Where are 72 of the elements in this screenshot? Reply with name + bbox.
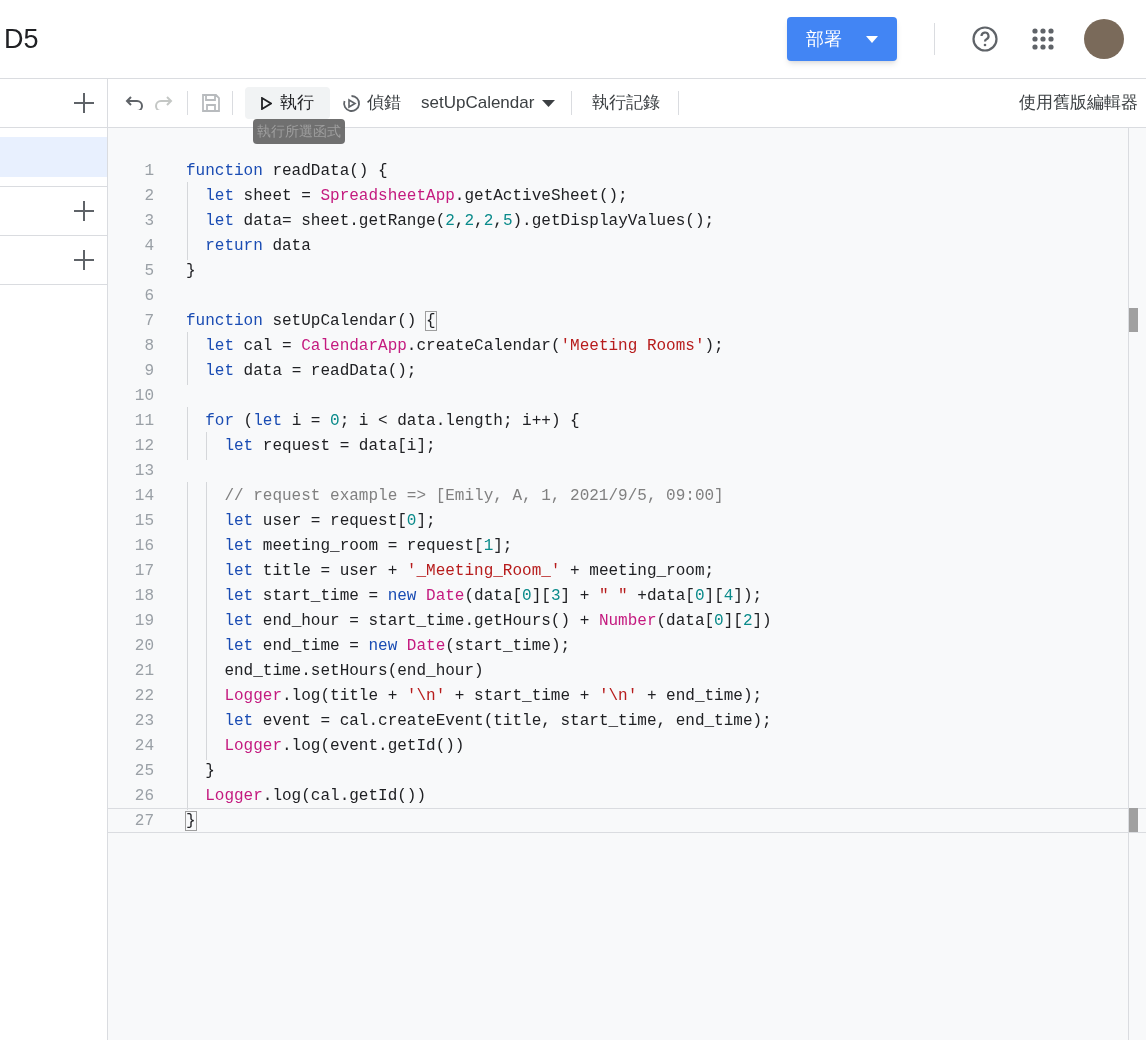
code-text: let cal = CalendarApp.createCalendar('Meeting Rooms'); [204,336,724,355]
code-text: let end_hour = start_time.getHours() + Number(data[0][2]) [223,611,772,630]
code-text: // request example => [Emily, A, 1, 2021/9/5, 09:00] [223,486,724,505]
code-text: for (let i = 0; i < data.length; i++) { [204,411,580,430]
scrollbar-thumb[interactable] [1129,308,1138,332]
run-button[interactable]: 執行 [245,87,330,119]
line-number: 23 [133,710,154,732]
line-number: 4 [143,235,154,257]
debug-button[interactable]: 偵錯 [330,87,413,119]
code-text: } [204,761,215,780]
code-text: } [186,811,196,830]
code-text: let title = user + '_Meeting_Room_' + meeting_room; [223,561,715,580]
code-text: function setUpCalendar() { [186,311,436,330]
sidebar-item[interactable] [0,137,107,177]
line-number: 13 [133,460,154,482]
code-text: let data = readData(); [204,361,417,380]
plus-icon[interactable] [73,200,95,222]
play-icon [261,96,272,110]
code-text: let event = cal.createEvent(title, start_time, end_time); [223,711,772,730]
project-title: D5 [4,22,39,56]
function-select[interactable]: setUpCalendar [413,87,564,119]
line-number: 16 [133,535,154,557]
code-text: let sheet = SpreadsheetApp.getActiveSheet(); [204,186,628,205]
code-text: function readData() { [186,161,388,180]
line-number: 3 [143,210,154,232]
code-text: Logger.log(title + '\n' + start_time + '\n' + end_time); [223,686,763,705]
legacy-editor-button[interactable]: 使用舊版編輯器 [1019,87,1146,119]
line-number: 11 [133,410,154,432]
line-number: 17 [133,560,154,582]
caret-icon [542,99,556,107]
code-text: } [186,261,196,280]
line-number: 22 [133,685,154,707]
line-number: 24 [133,735,154,757]
execution-log-button[interactable]: 執行記錄 [580,87,673,119]
code-text: let request = data[i]; [223,436,436,455]
line-number: 10 [133,385,154,407]
line-number: 27 [133,810,154,832]
line-number: 8 [143,335,154,357]
code-text: let meeting_room = request[1]; [223,536,513,555]
debug-icon [342,93,361,113]
line-number: 5 [143,260,154,282]
scrollbar-thumb[interactable] [1129,808,1138,832]
line-number: 1 [143,160,154,182]
avatar[interactable] [1084,19,1124,59]
deploy-button[interactable]: 部署 [787,17,897,61]
line-number: 21 [133,660,154,682]
plus-icon[interactable] [73,249,95,271]
line-number: 6 [143,285,154,307]
line-number: 19 [133,610,154,632]
caret-icon [866,35,878,43]
line-number: 25 [133,760,154,782]
code-text: return data [204,236,311,255]
undo-icon[interactable] [125,96,145,110]
line-number: 26 [133,785,154,807]
line-number: 12 [133,435,154,457]
code-text: end_time.setHours(end_hour) [223,661,484,680]
line-number: 15 [133,510,154,532]
code-text: Logger.log(event.getId()) [223,736,465,755]
line-number: 18 [133,585,154,607]
line-number: 20 [133,635,154,657]
help-icon[interactable] [972,26,998,52]
line-number: 9 [143,360,154,382]
code-text: Logger.log(cal.getId()) [204,786,427,805]
code-text: let data= sheet.getRange(2,2,2,5).getDisplayValues(); [204,211,715,230]
code-text: let user = request[0]; [223,511,436,530]
code-text: let end_time = new Date(start_time); [223,636,571,655]
line-number: 7 [143,310,154,332]
line-number: 2 [143,185,154,207]
code-text: let start_time = new Date(data[0][3] + " " +data[0][4]); [223,586,763,605]
line-number: 14 [133,485,154,507]
apps-grid-icon[interactable] [1032,28,1054,50]
plus-icon[interactable] [73,92,95,114]
